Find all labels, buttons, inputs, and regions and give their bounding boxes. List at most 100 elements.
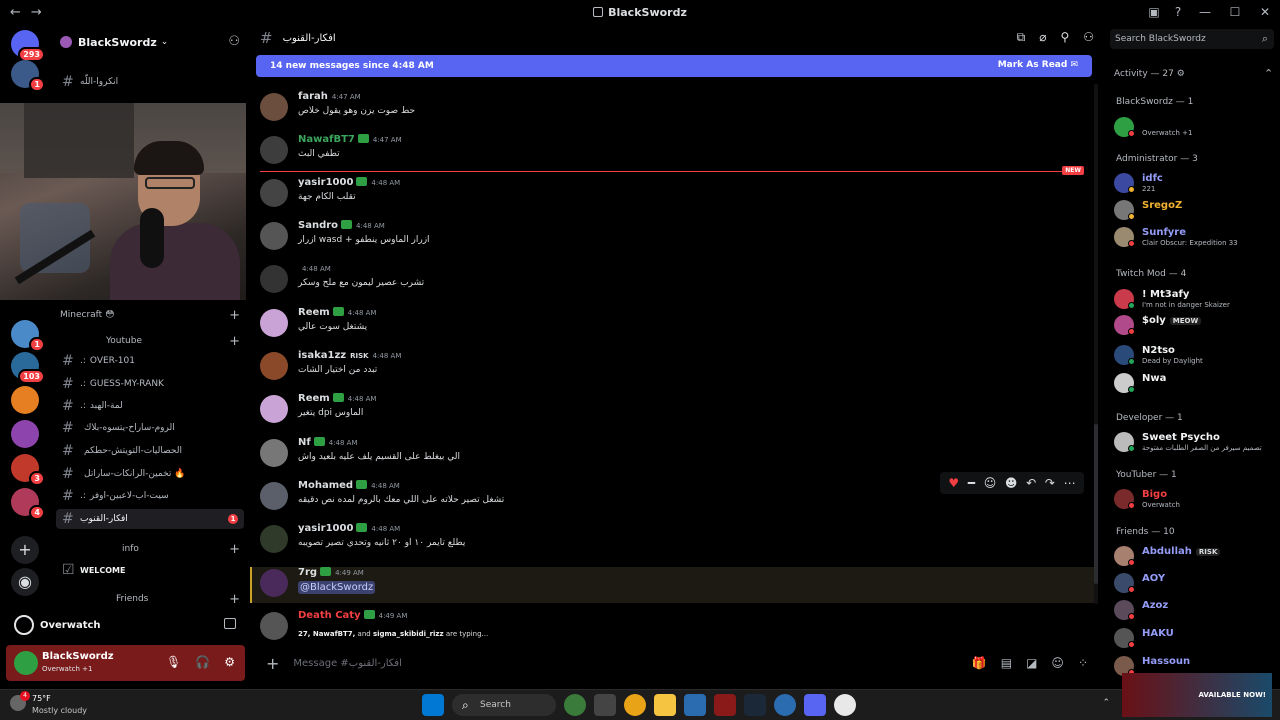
message-avatar[interactable] [260, 612, 288, 640]
help-icon[interactable]: ? [1166, 5, 1190, 19]
message-avatar[interactable] [260, 136, 288, 164]
message-item[interactable]: 4:48 AM تشرب عصير ليمون مع ملح وسكر [260, 263, 1090, 303]
message-item[interactable]: Sandro 4:48 AM ازرار wasd + ازرار الماوس ي… [260, 220, 1090, 260]
user-panel[interactable]: BlackSwordz Overwatch +1 🎙 🎧 ⚙ [6, 645, 245, 681]
store-icon[interactable] [684, 694, 706, 716]
message-item[interactable]: farah 4:47 AM حط صوت يزن وهو يقول خلاص [260, 91, 1090, 131]
message-avatar[interactable] [260, 179, 288, 207]
member-item[interactable]: N2tso Dead by Daylight [1112, 342, 1274, 368]
chevron-up-icon[interactable]: ⌃ [1264, 67, 1273, 80]
message-author[interactable]: Sandro [298, 220, 338, 231]
member-group-header[interactable]: Friends — 10 [1116, 527, 1175, 537]
member-item[interactable]: Azoz [1112, 597, 1274, 623]
message-author[interactable]: Mohamed [298, 480, 353, 491]
microphone-icon[interactable]: 🎙 [166, 655, 181, 669]
add-channel-icon[interactable]: + [229, 308, 240, 323]
close-button[interactable]: ✕ [1250, 5, 1280, 19]
add-channel-icon[interactable]: + [229, 334, 240, 349]
member-group-header[interactable]: Developer — 1 [1116, 413, 1183, 423]
user-mention[interactable]: @BlackSwordz [298, 581, 376, 594]
channel-item-active[interactable]: # افكار-القنوب 1 [56, 509, 244, 529]
search-input[interactable]: Search BlackSwordz ⌕ [1110, 29, 1274, 49]
forward-arrow-icon[interactable]: → [31, 5, 42, 20]
message-item[interactable]: isaka1zz RISK 4:48 AM تبدد من اختيار الشات [260, 350, 1090, 390]
member-group-header[interactable]: YouTuber — 1 [1116, 470, 1177, 480]
message-input[interactable] [293, 657, 894, 669]
channel-item[interactable]: # الحصاليات-التويتش-حطكم [56, 441, 244, 461]
task-view-icon[interactable] [594, 694, 616, 716]
message-item[interactable]: Reem 4:48 AM يتغير dpi الماوس [260, 393, 1090, 433]
member-item[interactable]: AOY [1112, 570, 1274, 596]
message-item[interactable]: Reem 4:48 AM يشتغل سوت عالي [260, 307, 1090, 347]
server-icon[interactable]: 4 [11, 488, 45, 520]
channel-item[interactable]: #.: OVER-101 [56, 351, 244, 371]
message-avatar[interactable] [260, 439, 288, 467]
server-icon[interactable]: 1 [11, 60, 45, 92]
member-item[interactable]: Sweet Psycho تصميم سيرفر من الصفر الطلبات… [1112, 429, 1274, 455]
message-avatar[interactable] [260, 222, 288, 250]
message-item[interactable]: yasir1000 4:48 AM يطلع تايمر ١٠ او ٢٠ ثاني… [260, 523, 1090, 563]
category-youtube[interactable]: Youtube + [60, 334, 244, 350]
pin-icon[interactable]: ⚲ [1060, 30, 1069, 45]
heart-reaction-icon[interactable]: ♥ [948, 476, 959, 490]
message-author[interactable]: Reem [298, 307, 330, 318]
channel-item[interactable]: # انكروا-اللّه [56, 72, 244, 92]
message-item[interactable]: 7rg 4:49 AM @BlackSwordz [260, 567, 1090, 607]
message-author[interactable]: Nf [298, 437, 311, 448]
discover-icon[interactable]: ◉ [11, 568, 39, 596]
add-channel-icon[interactable]: + [229, 592, 240, 607]
widgets-icon[interactable] [564, 694, 586, 716]
screen-share-icon[interactable] [224, 618, 236, 629]
member-item[interactable]: Sunfyre Clair Obscur: Expedition 33 [1112, 224, 1274, 250]
message-avatar[interactable] [260, 525, 288, 553]
chevron-up-tray-icon[interactable]: ⌃ [1102, 698, 1110, 708]
minimize-button[interactable]: — [1190, 5, 1220, 19]
member-item[interactable]: Nwa [1112, 370, 1274, 396]
add-user-icon[interactable]: ⚇ [228, 34, 240, 49]
member-item[interactable]: $oly MEOW [1112, 312, 1274, 338]
steam-icon[interactable] [744, 694, 766, 716]
channel-item[interactable]: #.: سيت-اب-لاعبين-اوفر [56, 486, 244, 506]
edge-icon[interactable] [774, 694, 796, 716]
member-list-icon[interactable]: ⚇ [1083, 30, 1094, 45]
emoji-reaction-icon[interactable]: ☺ [984, 476, 997, 490]
message-item[interactable]: Nf 4:48 AM الي بيغلط على القسيم يلف عليه ب… [260, 437, 1090, 477]
add-reaction-icon[interactable]: ☻ [1005, 476, 1018, 490]
channel-item[interactable]: #.: GUESS-MY-RANK [56, 374, 244, 394]
new-messages-banner[interactable]: 14 new messages since 4:48 AM Mark As Re… [256, 55, 1092, 77]
member-group-header[interactable]: BlackSwordz — 1 [1116, 97, 1193, 107]
add-server-icon[interactable]: + [11, 536, 39, 564]
message-avatar[interactable] [260, 482, 288, 510]
category-info[interactable]: info + [60, 542, 244, 558]
message-author[interactable]: Reem [298, 393, 330, 404]
app-icon[interactable] [714, 694, 736, 716]
activity-header[interactable]: Activity — 27 ⚙ ⌃ [1114, 67, 1273, 80]
scrollbar-thumb[interactable] [1094, 424, 1098, 584]
maximize-button[interactable]: ☐ [1220, 5, 1250, 19]
message-avatar[interactable] [260, 395, 288, 423]
message-author[interactable]: isaka1zz [298, 350, 346, 361]
message-avatar[interactable] [260, 569, 288, 597]
channel-item[interactable]: # الروم-ساراح-يتسوه-بلاك [56, 418, 244, 438]
message-avatar[interactable] [260, 93, 288, 121]
member-item[interactable]: idfc 221 [1112, 170, 1274, 196]
message-author[interactable]: NawafBT7 [298, 134, 355, 145]
member-group-header[interactable]: Twitch Mod — 4 [1116, 269, 1186, 279]
message-avatar[interactable] [260, 352, 288, 380]
category-friends[interactable]: Friends + [60, 592, 244, 608]
member-item[interactable]: SregoZ [1112, 197, 1274, 223]
server-icon[interactable] [11, 386, 39, 414]
member-group-header[interactable]: Administrator — 3 [1116, 154, 1198, 164]
message-author[interactable]: farah [298, 91, 328, 102]
message-author[interactable]: 7rg [298, 567, 317, 578]
member-item[interactable]: Overwatch +1 [1112, 114, 1274, 140]
emoji-icon[interactable]: ☺ [1051, 656, 1064, 670]
sticker-icon[interactable]: ◪ [1026, 656, 1037, 670]
message-author[interactable]: yasir1000 [298, 177, 353, 188]
server-icon[interactable]: 1 [11, 320, 45, 352]
message-item[interactable]: NawafBT7 4:47 AM تطفي البث [260, 134, 1090, 174]
message-author[interactable]: yasir1000 [298, 523, 353, 534]
gift-icon[interactable]: 🎁 [972, 656, 987, 670]
threads-icon[interactable]: ⧉ [1017, 30, 1026, 45]
user-avatar[interactable] [14, 651, 38, 675]
